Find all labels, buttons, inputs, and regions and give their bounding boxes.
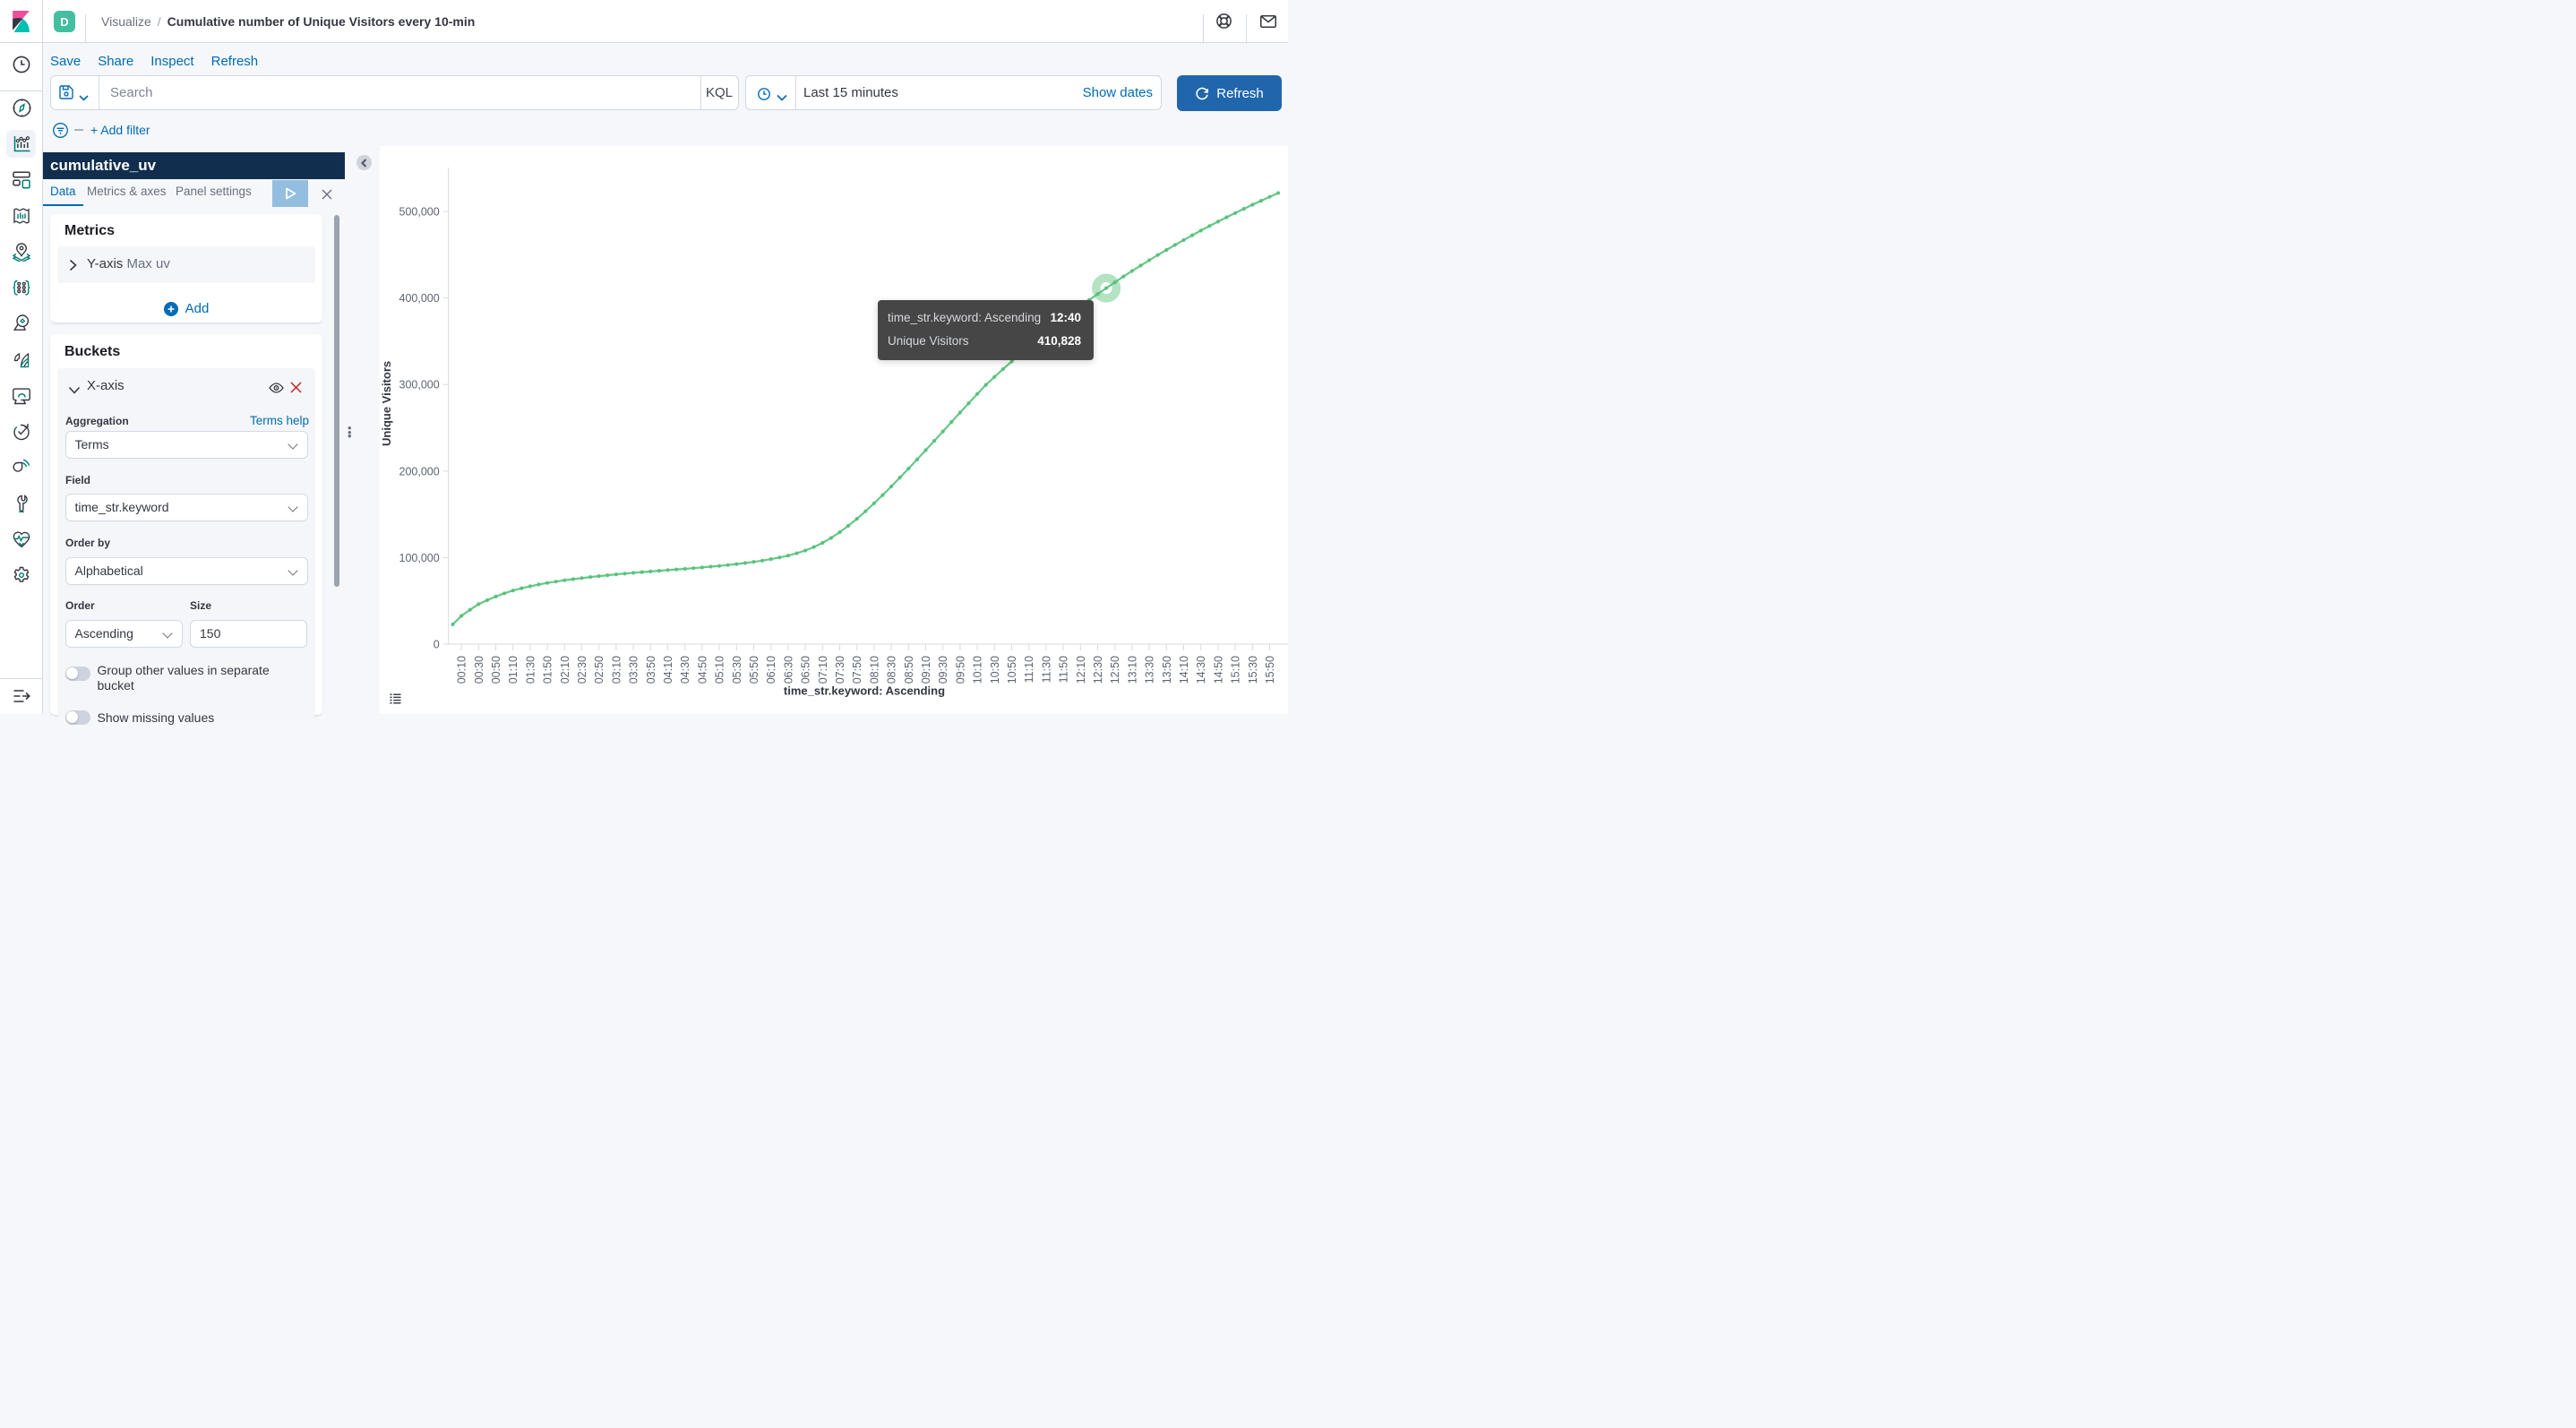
svg-text:15:50: 15:50 [1264, 656, 1276, 684]
svg-text:200,000: 200,000 [399, 465, 440, 477]
svg-text:11:10: 11:10 [1023, 656, 1035, 683]
svg-text:14:50: 14:50 [1212, 656, 1224, 684]
svg-text:06:50: 06:50 [800, 656, 812, 684]
svg-text:14:10: 14:10 [1178, 656, 1190, 684]
svg-text:13:50: 13:50 [1161, 656, 1173, 684]
svg-text:10:30: 10:30 [989, 656, 1001, 684]
svg-text:06:10: 06:10 [765, 656, 777, 684]
svg-text:05:30: 05:30 [731, 656, 743, 684]
svg-text:12:10: 12:10 [1075, 656, 1087, 684]
svg-text:13:10: 13:10 [1126, 656, 1138, 684]
svg-text:100,000: 100,000 [399, 552, 440, 564]
svg-text:00:50: 00:50 [490, 656, 502, 684]
svg-text:04:50: 04:50 [696, 656, 708, 684]
svg-text:00:30: 00:30 [473, 656, 485, 684]
svg-text:11:50: 11:50 [1058, 656, 1070, 683]
svg-text:500,000: 500,000 [399, 206, 440, 219]
svg-text:15:10: 15:10 [1230, 656, 1242, 684]
svg-text:06:30: 06:30 [782, 656, 794, 684]
svg-text:11:30: 11:30 [1040, 656, 1052, 683]
svg-text:04:10: 04:10 [662, 656, 674, 684]
svg-text:10:50: 10:50 [1006, 656, 1018, 684]
svg-text:08:30: 08:30 [886, 656, 898, 684]
svg-text:08:10: 08:10 [868, 656, 880, 684]
svg-text:02:30: 02:30 [576, 656, 588, 684]
svg-text:07:30: 07:30 [834, 656, 846, 684]
svg-text:15:30: 15:30 [1247, 656, 1259, 684]
svg-text:09:30: 09:30 [937, 656, 949, 684]
svg-text:01:10: 01:10 [507, 656, 519, 684]
svg-text:14:30: 14:30 [1195, 656, 1207, 684]
svg-text:10:10: 10:10 [972, 656, 984, 684]
svg-text:09:10: 09:10 [920, 656, 932, 684]
svg-text:04:30: 04:30 [679, 656, 691, 684]
svg-text:12:30: 12:30 [1092, 656, 1104, 684]
svg-text:time_str.keyword: Ascending: time_str.keyword: Ascending [784, 684, 945, 698]
svg-text:05:10: 05:10 [714, 656, 726, 684]
svg-text:01:30: 01:30 [524, 656, 537, 684]
svg-text:00:10: 00:10 [456, 656, 468, 684]
svg-text:13:30: 13:30 [1144, 656, 1156, 684]
svg-text:03:50: 03:50 [645, 656, 657, 684]
svg-text:0: 0 [434, 639, 440, 651]
svg-text:02:50: 02:50 [593, 656, 605, 684]
svg-text:05:50: 05:50 [748, 656, 760, 684]
svg-text:300,000: 300,000 [399, 379, 440, 391]
svg-text:08:50: 08:50 [903, 656, 915, 684]
svg-text:02:10: 02:10 [559, 656, 571, 684]
svg-text:07:10: 07:10 [817, 656, 829, 684]
svg-text:09:50: 09:50 [954, 656, 966, 684]
svg-text:07:50: 07:50 [851, 656, 863, 684]
svg-text:01:50: 01:50 [542, 656, 554, 684]
svg-text:400,000: 400,000 [399, 292, 440, 305]
svg-text:03:30: 03:30 [628, 656, 640, 684]
svg-text:12:50: 12:50 [1109, 656, 1121, 684]
svg-text:03:10: 03:10 [610, 656, 623, 684]
